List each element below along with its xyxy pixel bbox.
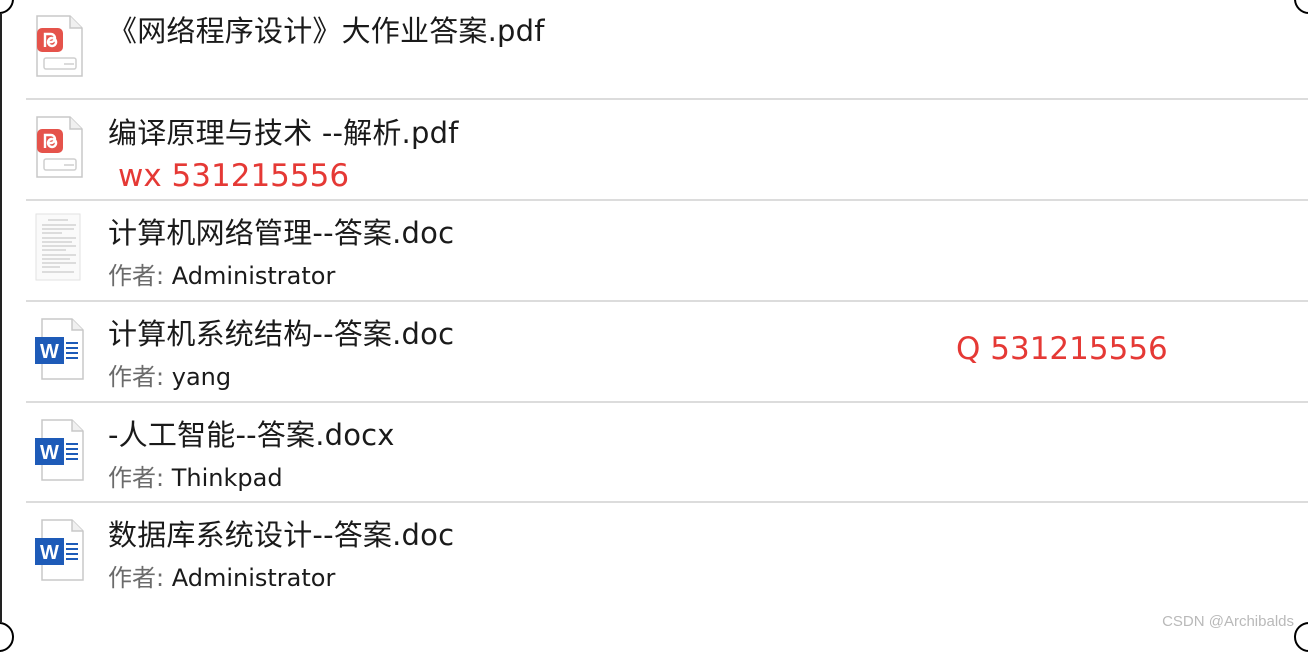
qq-contact-note: Q 531215556 [956, 331, 1168, 367]
file-title: 数据库系统设计--答案.doc [108, 518, 455, 552]
svg-text:W: W [40, 542, 59, 564]
author-label: 作者: [108, 464, 165, 492]
author-value: yang [171, 363, 232, 391]
author-label: 作者: [108, 262, 165, 290]
word-doc-icon: W [34, 518, 84, 582]
file-author: 作者: Thinkpad [108, 458, 283, 493]
svg-text:W: W [40, 341, 59, 363]
watermark-text: CSDN @Archibalds [1162, 613, 1294, 630]
word-doc-icon: W [34, 418, 84, 482]
file-row[interactable]: 编译原理与技术 --解析.pdf wx 531215556 [26, 100, 1308, 200]
file-title: 计算机系统结构--答案.doc [108, 317, 455, 351]
file-row[interactable]: 计算机网络管理--答案.doc 作者: Administrator [26, 200, 1308, 300]
pdf-icon [34, 115, 84, 179]
wx-contact-note: wx 531215556 [118, 158, 350, 194]
file-row[interactable]: W 数据库系统设计--答案.doc 作者: Administrator [26, 502, 1308, 602]
author-value: Administrator [171, 564, 336, 592]
svg-text:W: W [40, 442, 59, 464]
author-label: 作者: [108, 564, 165, 592]
file-row[interactable]: W 计算机系统结构--答案.doc 作者: yang Q 531215556 [26, 301, 1308, 401]
file-title: 编译原理与技术 --解析.pdf [108, 116, 459, 150]
file-row[interactable]: 《网络程序设计》大作业答案.pdf [26, 0, 1308, 100]
file-author: 作者: Administrator [108, 256, 335, 291]
doc-thumbnail-icon [32, 212, 82, 281]
author-label: 作者: [108, 363, 165, 391]
author-value: Thinkpad [171, 464, 283, 492]
file-list: 《网络程序设计》大作业答案.pdf 编译原理与技术 --解析.pdf wx 53… [0, 0, 1308, 636]
file-title: -人工智能--答案.docx [108, 418, 395, 452]
file-title: 计算机网络管理--答案.doc [108, 216, 455, 250]
author-value: Administrator [171, 262, 336, 290]
file-author: 作者: yang [108, 357, 231, 392]
file-title: 《网络程序设计》大作业答案.pdf [108, 14, 545, 48]
file-row[interactable]: W -人工智能--答案.docx 作者: Thinkpad [26, 402, 1308, 502]
pdf-icon [34, 14, 84, 78]
word-doc-icon: W [34, 317, 84, 381]
file-author: 作者: Administrator [108, 558, 335, 593]
